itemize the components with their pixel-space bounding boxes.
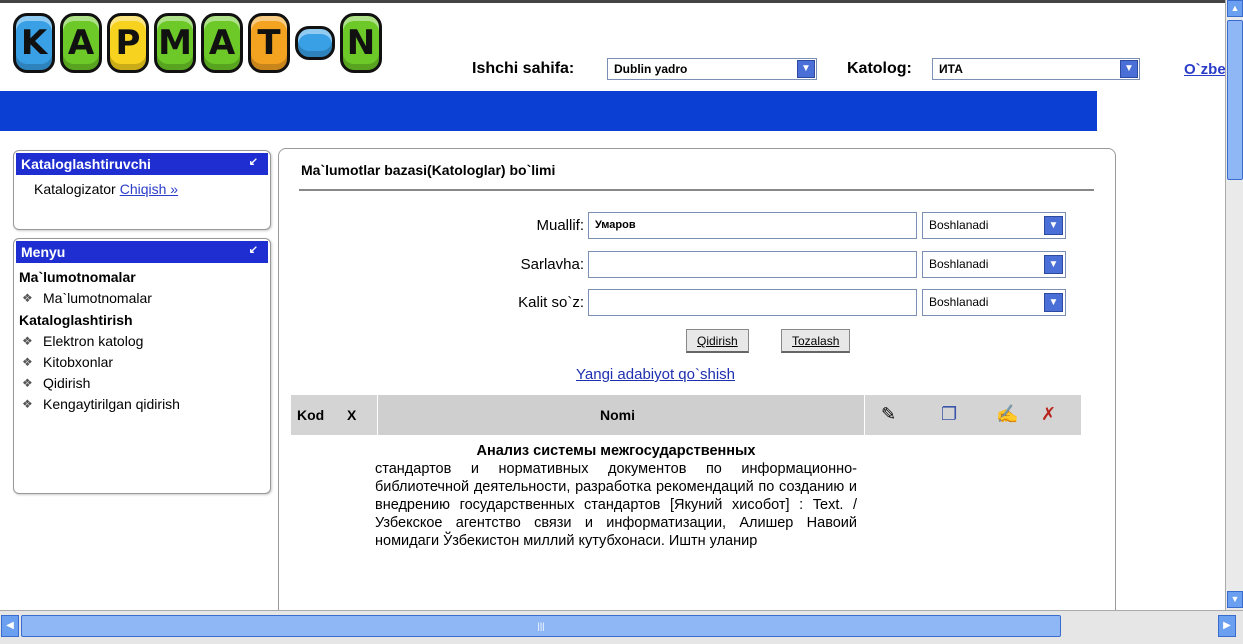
top-header: KAPMATN Ishchi sahifa: Dublin yadro ▼ Ka… (0, 0, 1226, 88)
menu-panel-header: Menyu ↙ (16, 241, 268, 263)
author-mode-value: Boshlanadi (929, 218, 989, 232)
user-name: Katalogizator (34, 181, 116, 197)
record-description: стандартов и нормативных документов по и… (375, 461, 857, 549)
title-mode-select[interactable]: Boshlanadi ▼ (922, 251, 1066, 278)
keyword-mode-value: Boshlanadi (929, 295, 989, 309)
logo-tile (295, 26, 335, 60)
col-name-cell: Nomi (377, 395, 865, 435)
books-icon: ❖ (22, 397, 33, 411)
catalog-label: Katolog: (847, 60, 912, 77)
horizontal-scroll-thumb[interactable]: ||| (21, 615, 1061, 637)
books-icon: ❖ (22, 334, 33, 348)
menu-item-label: Ma`lumotnomalar (43, 290, 152, 306)
author-input[interactable]: Умаров (588, 212, 917, 239)
table-row: Анализ системы межгосударственных станда… (375, 442, 857, 550)
logo-tile: T (248, 13, 290, 73)
logo-tile: M (154, 13, 196, 73)
keyword-input[interactable] (588, 289, 917, 316)
menu-item-label: Elektron katolog (43, 333, 144, 349)
header-band (0, 91, 1097, 131)
books-icon: ❖ (22, 376, 33, 390)
vertical-scrollbar[interactable]: ▲ ▼ (1225, 0, 1243, 610)
assign-icon[interactable]: ✍ (996, 404, 1018, 425)
collapse-icon[interactable]: ↙ (249, 243, 258, 256)
books-icon: ❖ (22, 355, 33, 369)
menu-item-label: Qidirish (43, 375, 91, 391)
record-title: Анализ системы межгосударственных (476, 443, 756, 459)
divider (299, 189, 1094, 191)
scroll-left-button[interactable]: ◀ (1, 615, 19, 637)
menu-item[interactable]: ❖ Ma`lumotnomalar (14, 290, 270, 306)
author-mode-select[interactable]: Boshlanadi ▼ (922, 212, 1066, 239)
menu-item[interactable]: ❖ Kengaytirilgan qidirish (14, 396, 270, 412)
menu-item-label: Kengaytirilgan qidirish (43, 396, 180, 412)
menu-item[interactable]: ❖ Qidirish (14, 375, 270, 391)
logo-tile: P (107, 13, 149, 73)
books-icon: ❖ (22, 291, 33, 305)
menu-group-title: Kataloglashtirish (19, 312, 133, 328)
horizontal-scrollbar[interactable]: ◀ ||| ▶ (0, 610, 1243, 644)
cataloger-panel-header: Kataloglashtiruvchi ↙ (16, 153, 268, 175)
chevron-down-icon[interactable]: ▼ (1044, 293, 1063, 312)
workpage-value: Dublin yadro (614, 62, 688, 76)
collapse-icon[interactable]: ↙ (249, 155, 258, 168)
page-title: Ma`lumotlar bazasi(Katologlar) bo`limi (301, 162, 556, 178)
title-label: Sarlavha: (520, 256, 584, 273)
logo-tile: A (201, 13, 243, 73)
chevron-down-icon[interactable]: ▼ (797, 60, 815, 78)
vertical-scroll-thumb[interactable] (1227, 20, 1243, 180)
cataloger-title: Kataloglashtiruvchi (21, 156, 151, 172)
menu-item-label: Kitobxonlar (43, 354, 114, 370)
title-mode-value: Boshlanadi (929, 257, 989, 271)
col-kod[interactable]: Kod (297, 407, 324, 423)
catalog-value: ИТА (939, 62, 963, 76)
menu-title: Menyu (21, 244, 66, 260)
search-button-label: Qidirish (697, 334, 738, 348)
copy-icon[interactable]: ❐ (941, 404, 957, 425)
language-link[interactable]: O`zbe (1184, 61, 1226, 78)
chevron-down-icon[interactable]: ▼ (1120, 60, 1138, 78)
keyword-label: Kalit so`z: (518, 294, 584, 311)
clear-button[interactable]: Tozalash (781, 329, 851, 353)
cataloger-panel: Kataloglashtiruvchi ↙ Katalogizator Chiqi… (13, 150, 271, 230)
scroll-right-button[interactable]: ▶ (1218, 615, 1236, 637)
menu-item[interactable]: ❖ Kitobxonlar (14, 354, 270, 370)
title-input[interactable] (588, 251, 917, 278)
logo-tile: N (340, 13, 382, 73)
col-name[interactable]: Nomi (600, 407, 635, 423)
add-new-literature-link[interactable]: Yangi adabiyot qo`shish (576, 366, 735, 383)
menu-group-title: Ma`lumotnomalar (19, 269, 136, 285)
delete-icon[interactable]: ✗ (1041, 404, 1056, 425)
workpage-label: Ishchi sahifa: (472, 60, 575, 77)
chevron-down-icon[interactable]: ▼ (1044, 255, 1063, 274)
pencil-icon[interactable]: ✎ (881, 404, 896, 425)
col-x[interactable]: X (347, 407, 356, 423)
logout-link[interactable]: Chiqish » (120, 181, 178, 197)
logo-tile: K (13, 13, 55, 73)
logo-tile: A (60, 13, 102, 73)
author-label: Muallif: (536, 217, 584, 234)
workpage-select[interactable]: Dublin yadro ▼ (607, 58, 817, 80)
scroll-up-button[interactable]: ▲ (1227, 0, 1243, 17)
main-card: Ma`lumotlar bazasi(Katologlar) bo`limi M… (278, 148, 1116, 638)
scroll-down-button[interactable]: ▼ (1227, 591, 1243, 608)
table-header: Kod X Nomi ✎ ❐ ✍ ✗ (291, 395, 1081, 435)
user-info: Katalogizator Chiqish » (14, 175, 270, 197)
search-button[interactable]: Qidirish (686, 329, 749, 353)
menu-body: Ma`lumotnomalar ❖ Ma`lumotnomalar Katalogla… (14, 269, 270, 412)
menu-panel: Menyu ↙ Ma`lumotnomalar ❖ Ma`lumotnomalar K… (13, 238, 271, 494)
logo[interactable]: KAPMATN (13, 13, 382, 73)
catalog-select[interactable]: ИТА ▼ (932, 58, 1140, 80)
keyword-mode-select[interactable]: Boshlanadi ▼ (922, 289, 1066, 316)
clear-button-label: Tozalash (792, 334, 840, 348)
menu-item[interactable]: ❖ Elektron katolog (14, 333, 270, 349)
chevron-down-icon[interactable]: ▼ (1044, 216, 1063, 235)
